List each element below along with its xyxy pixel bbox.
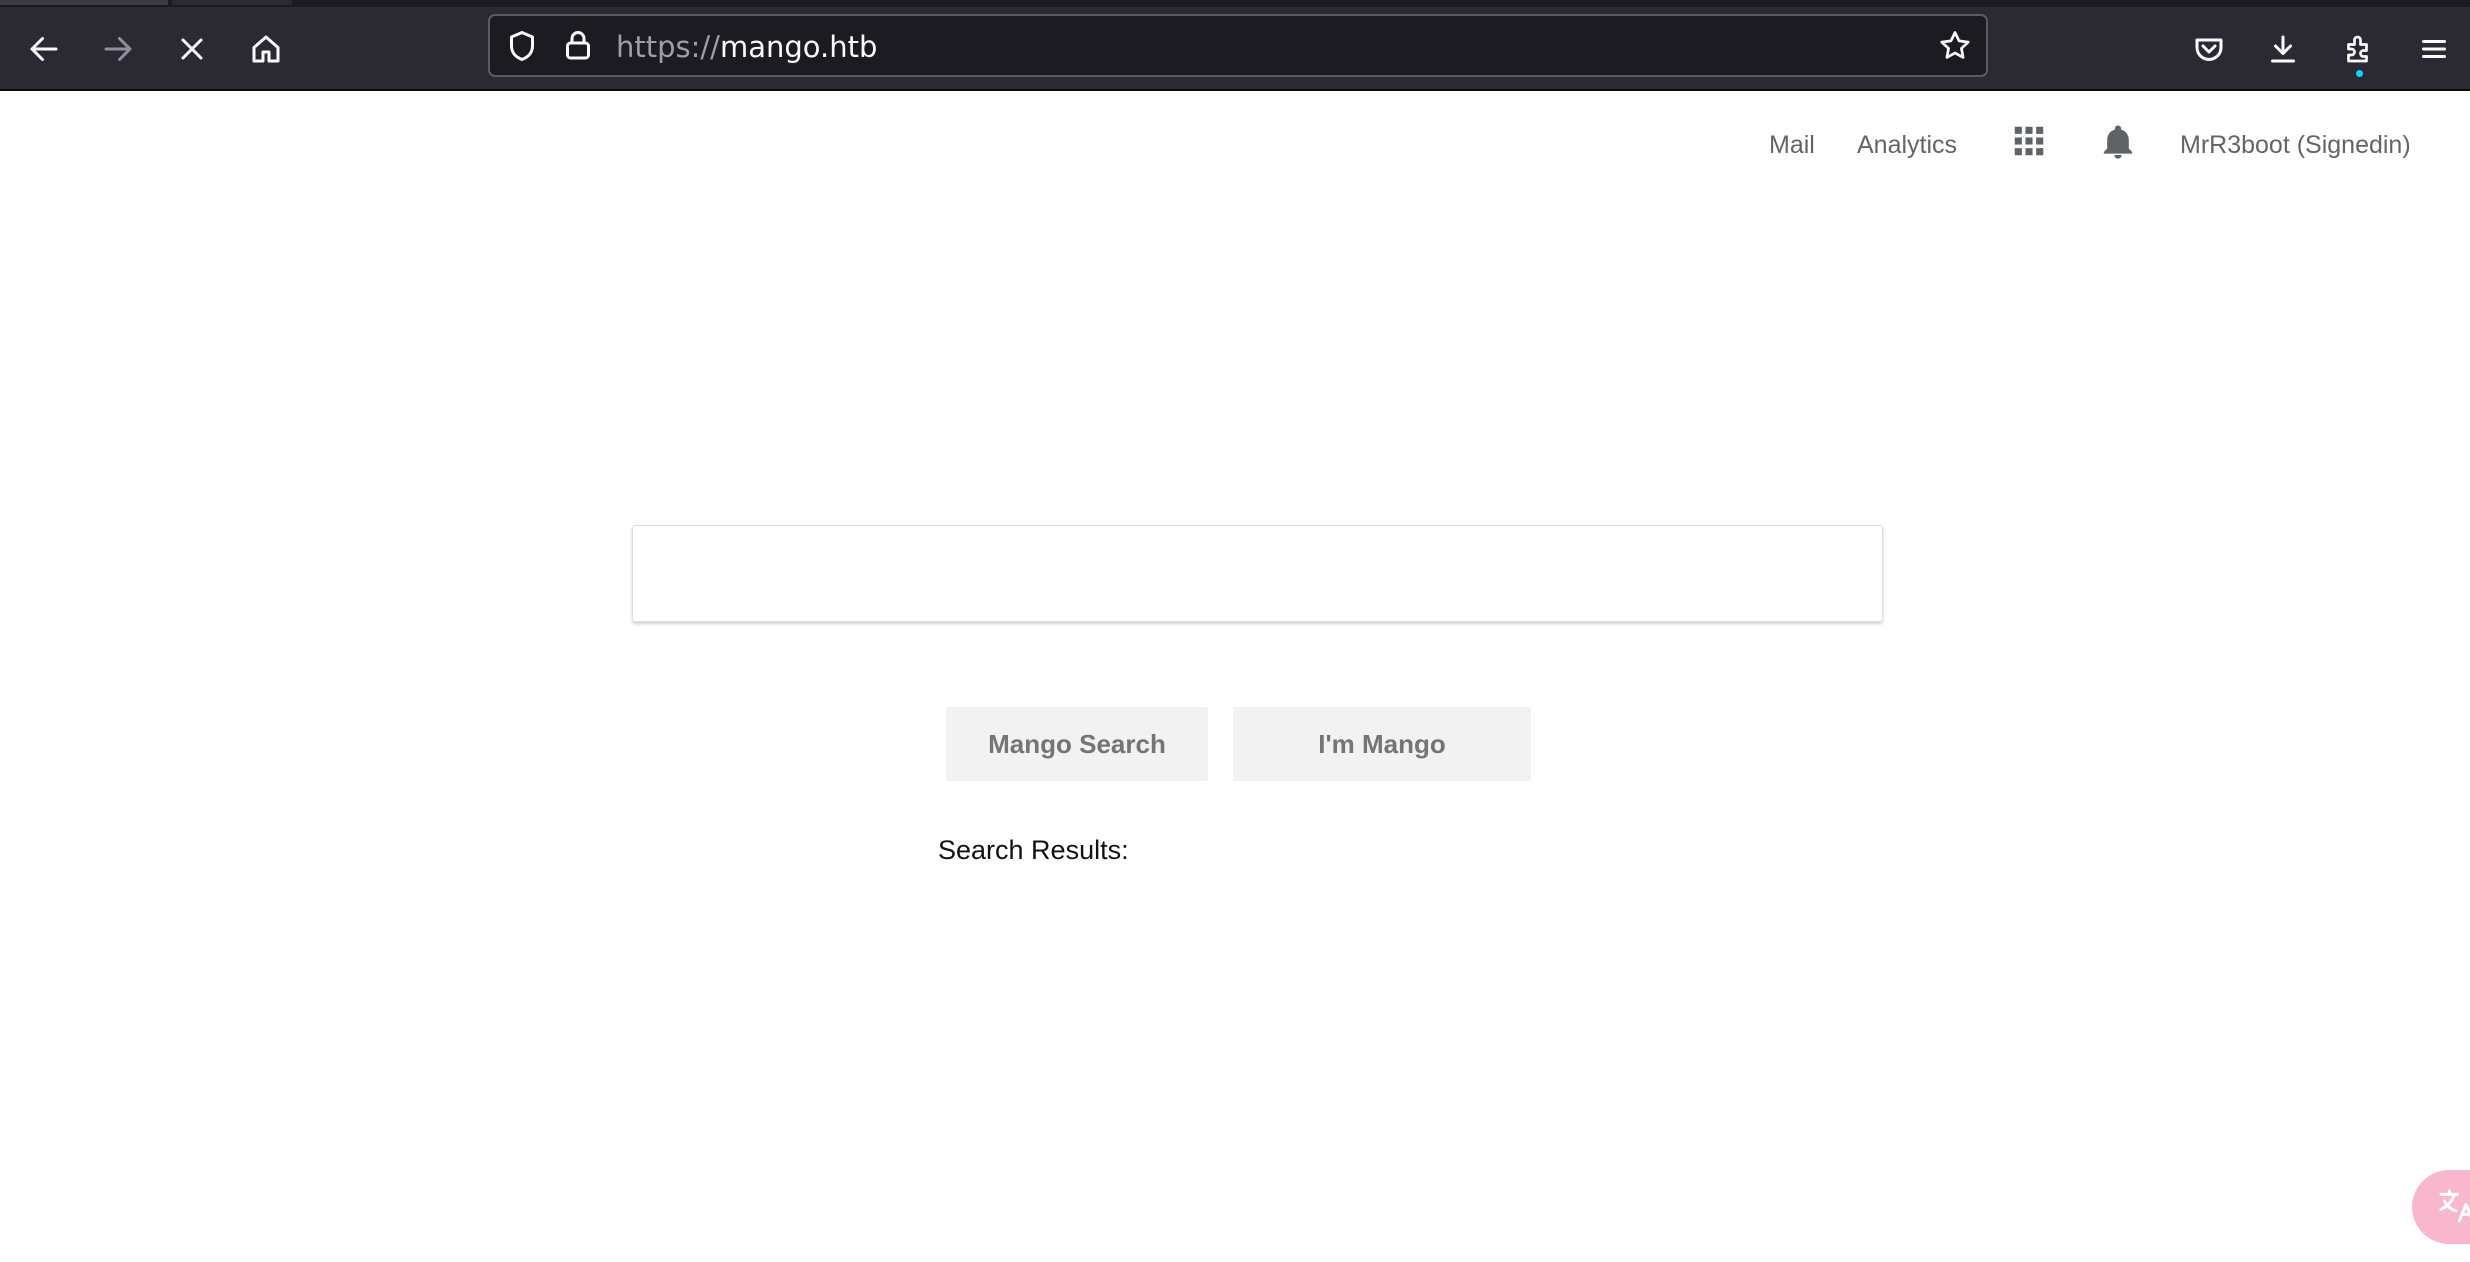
address-bar[interactable]: https://mango.htb: [488, 14, 1988, 77]
forward-button[interactable]: [89, 20, 147, 78]
apps-grid-icon[interactable]: [2010, 122, 2048, 165]
extension-badge-dot: [2356, 70, 2363, 77]
home-icon: [252, 35, 280, 63]
mail-link[interactable]: Mail: [1769, 130, 1815, 160]
tab-fragment[interactable]: [172, 0, 292, 5]
url-text[interactable]: https://mango.htb: [616, 30, 877, 64]
top-navigation: Mail Analytics MrR3boot (Signedin): [0, 125, 2470, 180]
hamburger-menu-icon: [2422, 40, 2446, 58]
url-host: mango.htb: [719, 30, 878, 64]
home-button[interactable]: [237, 20, 295, 78]
translate-button[interactable]: [2412, 1170, 2470, 1244]
tab-fragment[interactable]: [0, 0, 168, 5]
search-input[interactable]: [632, 525, 1883, 622]
downloads-button[interactable]: [2254, 20, 2312, 78]
download-icon: [2271, 35, 2295, 63]
stop-button[interactable]: [163, 20, 221, 78]
translate-icon: [2439, 1189, 2470, 1223]
forward-arrow-icon: [104, 37, 132, 61]
browser-toolbar: https://mango.htb: [0, 7, 2470, 91]
pocket-button[interactable]: [2180, 20, 2238, 78]
url-scheme: https://: [616, 30, 720, 64]
im-mango-button[interactable]: I'm Mango: [1233, 707, 1531, 781]
stop-icon: [181, 38, 203, 60]
tracking-shield-icon[interactable]: [504, 28, 540, 64]
menu-button[interactable]: [2405, 20, 2463, 78]
extensions-icon: [2347, 35, 2368, 63]
analytics-link[interactable]: Analytics: [1857, 130, 1957, 160]
tab-strip: [0, 0, 2470, 7]
search-results-label: Search Results:: [938, 835, 1129, 865]
lock-icon[interactable]: [560, 28, 596, 64]
mango-search-button[interactable]: Mango Search: [946, 707, 1208, 781]
bell-icon[interactable]: [2098, 122, 2138, 167]
star-icon[interactable]: [1937, 28, 1973, 64]
pocket-icon: [2195, 38, 2223, 61]
back-button[interactable]: [15, 20, 73, 78]
user-account-link[interactable]: MrR3boot (Signedin): [2180, 130, 2411, 160]
back-arrow-icon: [30, 37, 58, 61]
